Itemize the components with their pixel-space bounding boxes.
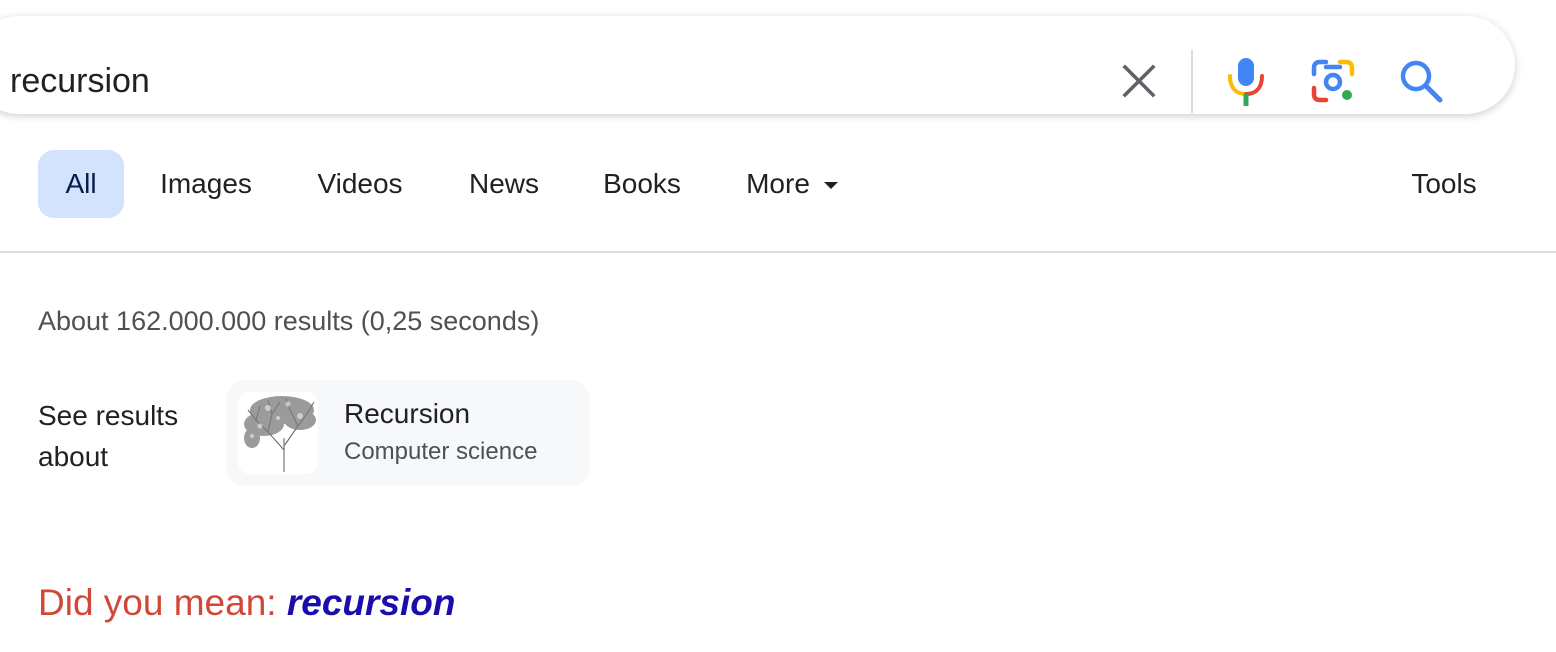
search-bar-divider bbox=[1191, 50, 1193, 113]
see-results-label: See results about bbox=[38, 400, 179, 472]
did-you-mean: Did you mean: recursion bbox=[38, 582, 455, 624]
clear-search-button[interactable] bbox=[1116, 56, 1162, 106]
tab-label: All bbox=[65, 168, 97, 199]
lens-search-button[interactable] bbox=[1310, 58, 1356, 104]
search-bar bbox=[0, 16, 1515, 114]
tab-news[interactable]: News bbox=[452, 150, 556, 218]
caret-down-icon bbox=[823, 182, 838, 189]
search-button[interactable] bbox=[1396, 56, 1446, 106]
tools-button[interactable]: Tools bbox=[1396, 150, 1492, 218]
tab-label: Videos bbox=[317, 168, 403, 199]
tab-label: Books bbox=[603, 168, 681, 199]
voice-search-button[interactable] bbox=[1224, 56, 1268, 108]
tab-all[interactable]: All bbox=[38, 150, 124, 218]
microphone-icon bbox=[1228, 58, 1264, 106]
tools-label: Tools bbox=[1411, 168, 1477, 199]
tabs-divider bbox=[0, 251, 1556, 253]
tab-more[interactable]: More bbox=[730, 150, 854, 218]
search-tabs: All Images Videos News Books More Tools bbox=[0, 150, 1556, 220]
tab-label: More bbox=[746, 168, 810, 199]
camera-lens-icon bbox=[1311, 59, 1355, 103]
close-icon bbox=[1122, 64, 1156, 98]
entity-subtitle: Computer science bbox=[344, 438, 538, 465]
search-input[interactable] bbox=[10, 56, 1060, 106]
search-results-page: All Images Videos News Books More Tools … bbox=[0, 0, 1556, 652]
entity-title: Recursion bbox=[344, 398, 471, 429]
result-stats: About 162.000.000 results (0,25 seconds) bbox=[38, 306, 540, 336]
tab-label: Images bbox=[160, 168, 252, 199]
tree-fractal-image bbox=[238, 392, 318, 474]
entity-chip-recursion[interactable]: Recursion Computer science bbox=[226, 380, 590, 486]
did-you-mean-prefix: Did you mean: bbox=[38, 582, 287, 623]
search-icon bbox=[1400, 60, 1443, 103]
tab-label: News bbox=[468, 168, 539, 199]
tab-videos[interactable]: Videos bbox=[300, 150, 420, 218]
did-you-mean-suggestion-link[interactable]: recursion bbox=[287, 582, 456, 623]
tab-images[interactable]: Images bbox=[145, 150, 267, 218]
tab-books[interactable]: Books bbox=[588, 150, 696, 218]
